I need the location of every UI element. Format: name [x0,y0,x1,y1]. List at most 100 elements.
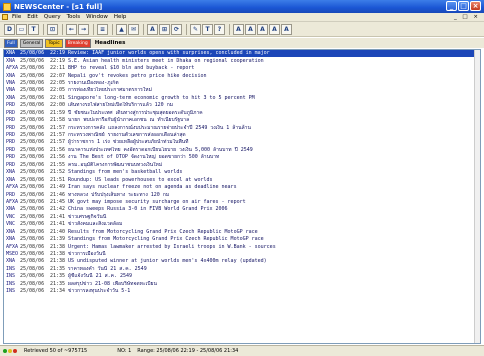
table-row[interactable]: XNA 25/08/06 21:52 Standings from men's bas… [4,169,480,176]
table-row[interactable]: INS 25/08/06 21:34 ข่าวการลงทุนประจำวัน 5-1 [4,288,480,295]
row-source: INS [6,265,16,272]
row-date: 25/08/06 [20,206,45,213]
document-icon[interactable] [2,14,8,20]
row-headline: รายงานเมืองทอง-ภูเก็ต [68,79,119,86]
table-row[interactable]: PRD 25/08/06 21:59 ปี ชัยชนะในประเทศ เดินทา… [4,110,480,117]
table-row[interactable]: INS 25/08/06 21:35 ผู้ชี้แจ้งวันนี้ 21 ส.ค.… [4,273,480,280]
table-row[interactable]: VNA 25/08/06 22:05 การท่องเที่ยวไทยประกาศมา… [4,87,480,94]
font-a-icon[interactable]: A [269,23,280,35]
row-source: AFXA [6,184,19,191]
filter-tab-breaking[interactable]: Breaking [64,38,91,48]
row-source: PRD [6,146,16,153]
row-source: XNA [6,169,16,176]
forward-icon[interactable]: → [78,23,89,35]
table-row[interactable]: INS 25/08/06 21:35 ราคาทองคำ วันนี้ 21 ส.ค.… [4,266,480,273]
edit-icon[interactable]: ✎ [190,23,201,35]
row-source: VNA [6,87,16,94]
text-icon[interactable]: T [202,23,213,35]
row-source: VNA [6,79,16,86]
table-row[interactable]: XNA 25/08/06 21:42 China sweeps Russia 3-0 … [4,206,480,213]
row-time: 21:59 [50,109,66,116]
find-icon[interactable]: A [147,23,158,35]
status-number: NO: 1 [117,348,132,354]
row-time: 21:35 [50,273,66,280]
table-row[interactable]: XNA 25/08/06 21:40 Results from Motorcyclin… [4,229,480,236]
row-source: XNA [6,236,16,243]
font-a-icon[interactable]: A [233,23,244,35]
table-row[interactable]: PRD 25/08/06 21:57 ผู้ว่าราชการ 1 เร่ง ช่วย… [4,139,480,146]
table-row[interactable]: INS 25/08/06 21:35 ผลสรุปข่าว 21-08 เพื่อบร… [4,281,480,288]
table-row[interactable]: PRD 25/08/06 22:00 เส้นทางรถไฟสายใหม่เปิดให… [4,102,480,109]
row-source: PRD [6,154,16,161]
mdi-controls[interactable]: _ □ × [454,14,480,20]
toolbar-separator [112,23,113,35]
print-icon[interactable]: ⊡ [47,23,58,35]
list-icon[interactable]: ≡ [97,23,108,35]
table-row[interactable]: AFXA 25/08/06 22:11 BHP to reveal $10 bln a… [4,65,480,72]
window-titlebar[interactable]: NEWSCenter - [s1 full] _ □ × [0,0,484,13]
table-row[interactable]: PRD 25/08/06 21:57 กระทรวงพาณิชย์ รายงานตัว… [4,132,480,139]
status-retrieved: Retrieved 50 of ~975715 [24,348,88,354]
vertical-scrollbar[interactable] [474,50,480,343]
filter-icon[interactable]: T [28,23,39,35]
font-a-icon[interactable]: A [281,23,292,35]
row-source: XNA [6,72,16,79]
menu-tools[interactable]: Tools [67,14,81,20]
row-time: 22:07 [50,72,66,79]
table-row[interactable]: AFXA 25/08/06 21:49 Iran says nuclear freez… [4,184,480,191]
table-row[interactable]: VNC 25/08/06 21:41 ข่าวสังคมและสิ่งแวดล้อม [4,221,480,228]
table-row[interactable]: PRD 25/08/06 21:56 ธนาคารแห่งประเทศไทย คงอั… [4,147,480,154]
font-a-icon[interactable]: A [245,23,256,35]
table-row[interactable]: PRD 25/08/06 21:55 ครม.อนุมัติโครงการพัฒนาช… [4,162,480,169]
alert-icon[interactable]: ▲ [116,23,127,35]
table-row[interactable]: PRD 25/08/06 21:56 งาน The Best of OTOP จัด… [4,154,480,161]
table-row[interactable]: XNA 25/08/06 21:39 Standings from Motorcycl… [4,236,480,243]
table-row[interactable]: XNA 25/08/06 21:38 US undisputed winner at … [4,258,480,265]
menu-file[interactable]: File [12,14,21,20]
table-row[interactable]: PRD 25/08/06 21:58 นายก พบปะหารือกับผู้นำภา… [4,117,480,124]
close-icon[interactable]: × [470,1,481,11]
menu-query[interactable]: Query [44,14,61,20]
table-row[interactable]: VNA 25/08/06 22:05 รายงานเมืองทอง-ภูเก็ต [4,80,480,87]
table-row[interactable]: XNA 25/08/06 22:19 S.E. Asian health minist… [4,57,480,64]
grid-icon[interactable]: ⊞ [159,23,170,35]
row-headline: ผลสรุปข่าว 21-08 เพื่อบริษัทจดทะเบียน [68,280,157,287]
mail-icon[interactable]: ✉ [128,23,139,35]
table-row[interactable]: VNC 25/08/06 21:41 ข่าวเศรษฐกิจวันนี้ [4,214,480,221]
help-icon[interactable]: ? [214,23,225,35]
minimize-icon[interactable]: _ [446,1,457,11]
table-row[interactable]: MSEO 25/08/06 21:38 ข่าวการเมืองวันนี้ [4,251,480,258]
table-row[interactable]: XNA 25/08/06 22:19 Review: IAAF junior worl… [4,50,480,58]
filter-tab-full[interactable]: Full [4,38,18,48]
maximize-icon[interactable]: □ [458,1,469,11]
table-row[interactable]: XNA 25/08/06 22:01 Singapore's long-term ec… [4,95,480,102]
filter-tab-general[interactable]: General [19,38,44,48]
table-row[interactable]: PRD 25/08/06 21:57 กระทรวงการคลัง แถลงการณ์… [4,124,480,131]
app-icon [3,2,11,11]
row-headline: ปี ชัยชนะในประเทศ เดินทางสู่การประชุมสุด… [68,109,203,116]
row-date: 25/08/06 [20,265,45,272]
font-a-icon[interactable]: A [257,23,268,35]
menu-help[interactable]: Help [114,14,127,20]
open-icon[interactable]: ▭ [16,23,27,35]
filter-tab-topic[interactable]: Topic [45,38,63,48]
row-time: 21:46 [50,191,66,198]
back-icon[interactable]: ← [66,23,77,35]
new-icon[interactable]: D [4,23,15,35]
status-green-icon [3,349,7,353]
row-date: 25/08/06 [20,146,45,153]
row-date: 25/08/06 [20,50,45,57]
row-headline: ทางหลวง ปรับปรุงเส้นทาง ระยะทาง 120 กม [68,191,170,198]
row-source: PRD [6,117,16,124]
row-time: 21:58 [50,117,66,124]
table-row[interactable]: XNA 25/08/06 21:51 Roundup: US leads powerh… [4,176,480,183]
menu-window[interactable]: Window [86,14,108,20]
headline-list[interactable]: XNA 25/08/06 22:19 Review: IAAF junior worl… [3,49,481,344]
refresh-icon[interactable]: ⟳ [171,23,182,35]
table-row[interactable]: AFXA 25/08/06 21:45 UK govt may impose secu… [4,199,480,206]
table-row[interactable]: AFXA 25/08/06 21:38 Urgent: Hamas lawmaker … [4,243,480,250]
table-row[interactable]: PRD 25/08/06 21:46 ทางหลวง ปรับปรุงเส้นทาง … [4,191,480,198]
menu-edit[interactable]: Edit [27,14,38,20]
table-row[interactable]: XNA 25/08/06 22:07 Nepali gov't revokes pet… [4,72,480,79]
toolbar-separator [93,23,94,35]
